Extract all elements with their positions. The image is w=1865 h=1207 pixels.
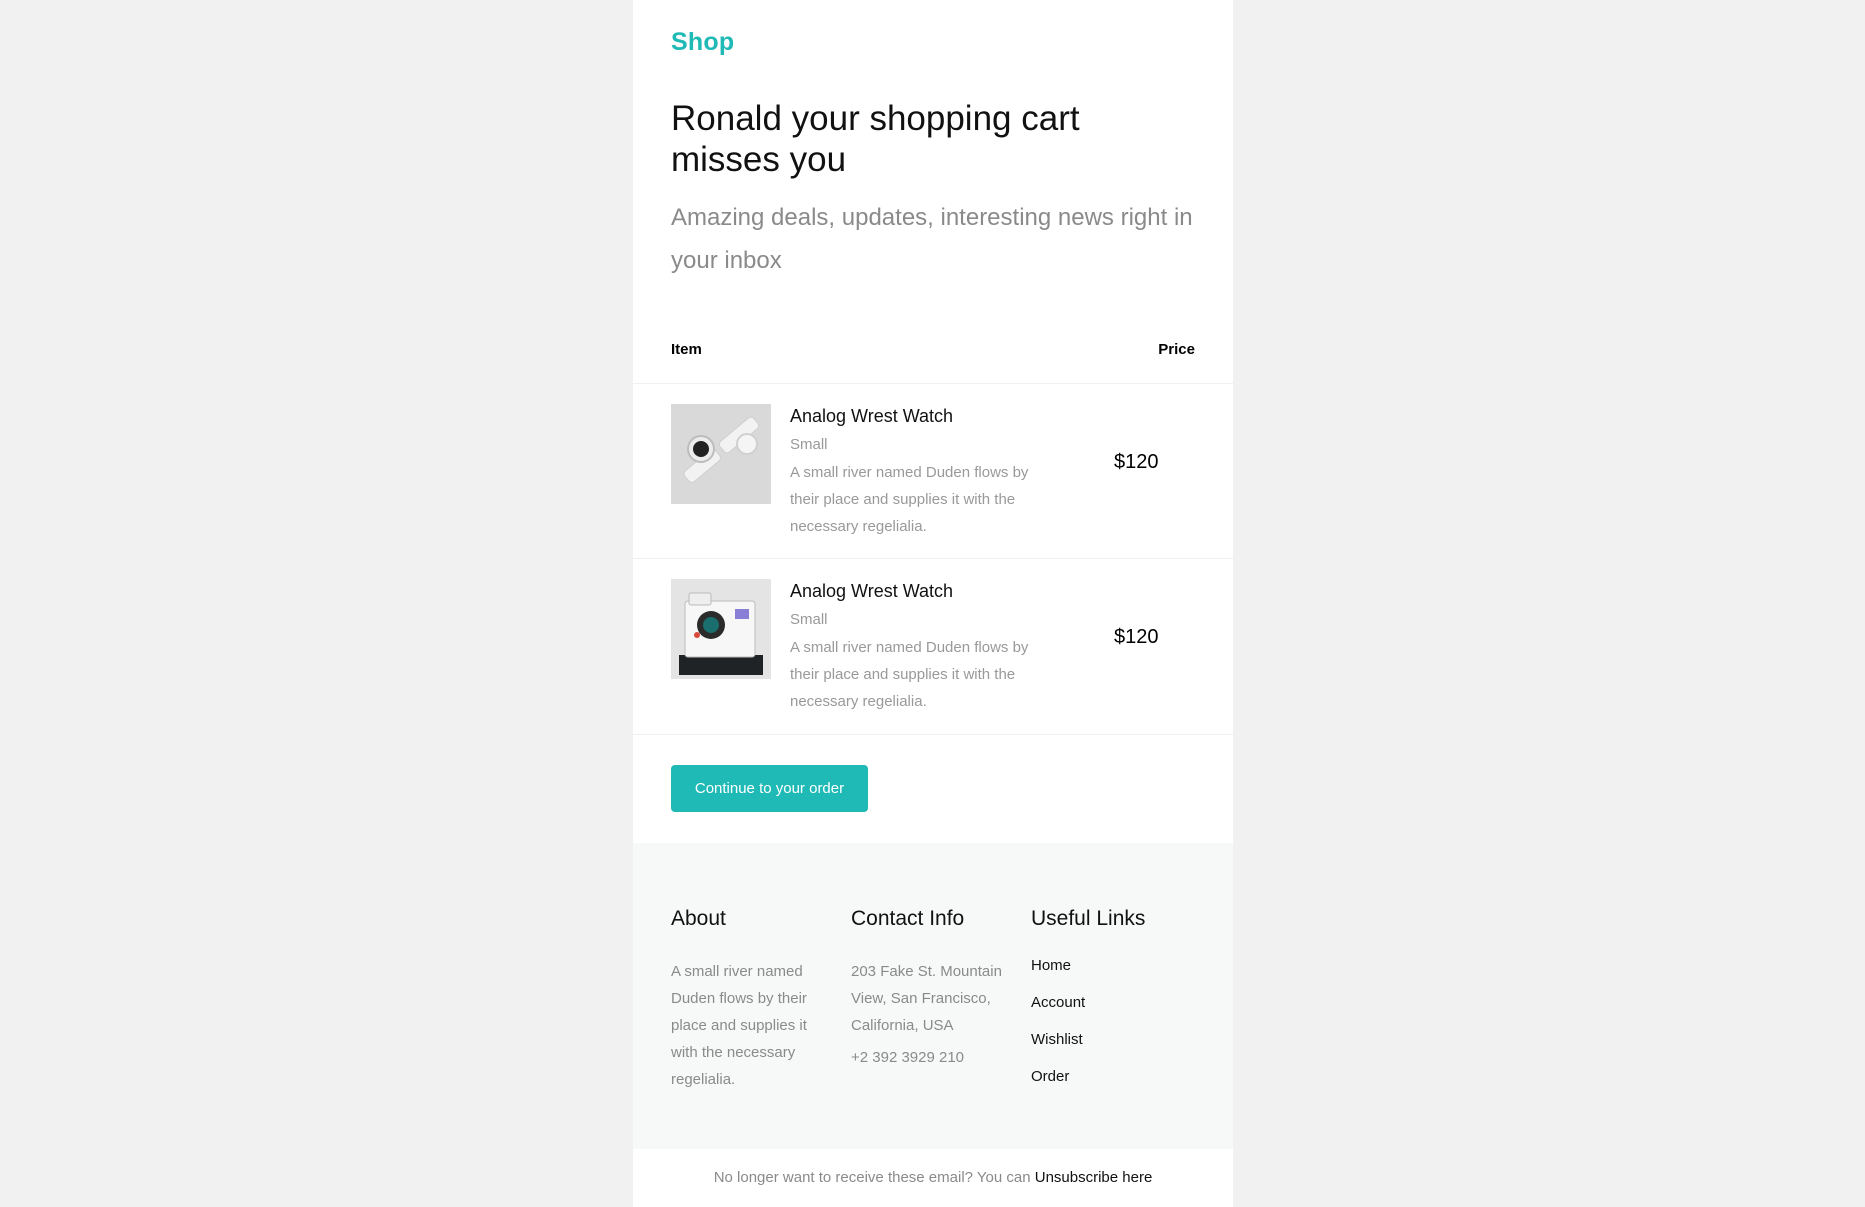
- footer-contact-phone: +2 392 3929 210: [851, 1049, 965, 1066]
- footer: About A small river named Duden flows by…: [633, 843, 1233, 1149]
- footer-link-order[interactable]: Order: [1031, 1069, 1191, 1084]
- unsubscribe-text: No longer want to receive these email? Y…: [713, 1169, 1035, 1186]
- price-column-header: Price: [1158, 341, 1195, 358]
- product-description: A small river named Duden flows by their…: [790, 639, 1029, 710]
- email-container: Shop Ronald your shopping cart misses yo…: [633, 0, 1233, 1207]
- product-size: Small: [790, 436, 828, 453]
- footer-about: About A small river named Duden flows by…: [671, 907, 831, 1093]
- footer-about-heading: About: [671, 907, 726, 930]
- footer-links: Useful Links Home Account Wishlist Order: [1031, 907, 1191, 1106]
- footer-link-account[interactable]: Account: [1031, 995, 1191, 1010]
- brand-logo[interactable]: Shop: [671, 28, 734, 57]
- cart-item-row: Analog Wrest Watch Small A small river n…: [633, 384, 1233, 559]
- unsubscribe-link[interactable]: Unsubscribe here: [1035, 1169, 1153, 1186]
- product-price: $120: [1114, 626, 1159, 648]
- row-divider: [633, 734, 1233, 735]
- continue-order-button[interactable]: Continue to your order: [671, 765, 868, 812]
- hero-title: Ronald your shopping cart misses you: [671, 99, 1080, 179]
- product-price: $120: [1114, 451, 1159, 473]
- footer-link-home[interactable]: Home: [1031, 958, 1191, 973]
- product-description: A small river named Duden flows by their…: [790, 464, 1029, 535]
- item-column-header: Item: [671, 341, 702, 358]
- footer-link-wishlist[interactable]: Wishlist: [1031, 1032, 1191, 1047]
- footer-links-heading: Useful Links: [1031, 907, 1146, 930]
- product-name[interactable]: Analog Wrest Watch: [790, 406, 953, 427]
- product-size: Small: [790, 611, 828, 628]
- watch-image-icon[interactable]: [671, 404, 771, 504]
- footer-contact: Contact Info 203 Fake St. Mountain View,…: [851, 907, 1011, 1066]
- footer-links-list: Home Account Wishlist Order: [1031, 958, 1191, 1084]
- hero-subtitle: Amazing deals, updates, interesting news…: [671, 204, 1193, 274]
- footer-contact-address: 203 Fake St. Mountain View, San Francisc…: [851, 963, 1002, 1034]
- cart-item-row: Analog Wrest Watch Small A small river n…: [633, 559, 1233, 734]
- camera-image-icon[interactable]: [671, 579, 771, 679]
- footer-about-text: A small river named Duden flows by their…: [671, 963, 807, 1088]
- unsubscribe-bar: No longer want to receive these email? Y…: [633, 1149, 1233, 1207]
- footer-contact-heading: Contact Info: [851, 907, 965, 930]
- product-name[interactable]: Analog Wrest Watch: [790, 581, 953, 602]
